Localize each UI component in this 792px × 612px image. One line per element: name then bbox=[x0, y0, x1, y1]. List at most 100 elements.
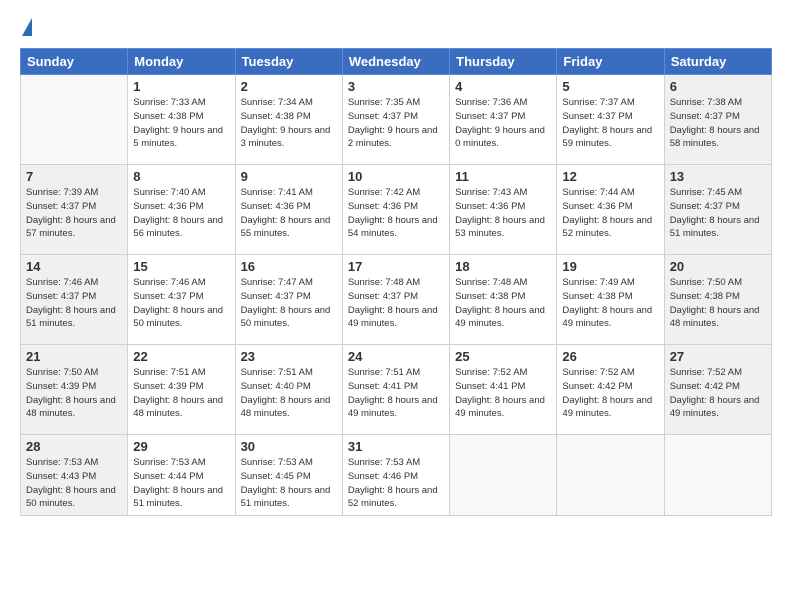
day-number: 7 bbox=[26, 169, 122, 184]
day-info: Sunrise: 7:34 AM Sunset: 4:38 PM Dayligh… bbox=[241, 96, 337, 151]
week-row-3: 14Sunrise: 7:46 AM Sunset: 4:37 PM Dayli… bbox=[21, 255, 772, 345]
day-cell: 22 Sunrise: 7:51 AM Sunset: 4:39 PM Dayli… bbox=[128, 345, 235, 435]
day-cell: 29 Sunrise: 7:53 AM Sunset: 4:44 PM Dayli… bbox=[128, 435, 235, 516]
column-header-saturday: Saturday bbox=[664, 49, 771, 75]
day-number: 3 bbox=[348, 79, 444, 94]
day-cell bbox=[21, 75, 128, 165]
page: SundayMondayTuesdayWednesdayThursdayFrid… bbox=[0, 0, 792, 612]
day-cell: 28 Sunrise: 7:53 AM Sunset: 4:43 PM Dayli… bbox=[21, 435, 128, 516]
day-number: 12 bbox=[562, 169, 658, 184]
day-cell: 15Sunrise: 7:46 AM Sunset: 4:37 PM Dayli… bbox=[128, 255, 235, 345]
day-number: 28 bbox=[26, 439, 122, 454]
day-cell: 16 Sunrise: 7:47 AM Sunset: 4:37 PM Dayli… bbox=[235, 255, 342, 345]
day-cell bbox=[664, 435, 771, 516]
day-cell: 8 Sunrise: 7:40 AM Sunset: 4:36 PM Daylig… bbox=[128, 165, 235, 255]
logo bbox=[20, 18, 32, 38]
day-info: Sunrise: 7:52 AM Sunset: 4:42 PM Dayligh… bbox=[670, 366, 766, 421]
calendar-table: SundayMondayTuesdayWednesdayThursdayFrid… bbox=[20, 48, 772, 516]
day-cell: 7 Sunrise: 7:39 AM Sunset: 4:37 PM Daylig… bbox=[21, 165, 128, 255]
column-header-sunday: Sunday bbox=[21, 49, 128, 75]
day-info: Sunrise: 7:51 AM Sunset: 4:39 PM Dayligh… bbox=[133, 366, 229, 421]
day-info: Sunrise: 7:48 AM Sunset: 4:38 PM Dayligh… bbox=[455, 276, 551, 331]
day-info: Sunrise: 7:52 AM Sunset: 4:42 PM Dayligh… bbox=[562, 366, 658, 421]
day-cell: 31 Sunrise: 7:53 AM Sunset: 4:46 PM Dayli… bbox=[342, 435, 449, 516]
day-number: 23 bbox=[241, 349, 337, 364]
day-number: 17 bbox=[348, 259, 444, 274]
day-info: Sunrise: 7:33 AM Sunset: 4:38 PM Dayligh… bbox=[133, 96, 229, 151]
day-number: 26 bbox=[562, 349, 658, 364]
day-number: 8 bbox=[133, 169, 229, 184]
day-info: Sunrise: 7:41 AM Sunset: 4:36 PM Dayligh… bbox=[241, 186, 337, 241]
column-header-monday: Monday bbox=[128, 49, 235, 75]
day-info: Sunrise: 7:36 AM Sunset: 4:37 PM Dayligh… bbox=[455, 96, 551, 151]
day-info: Sunrise: 7:49 AM Sunset: 4:38 PM Dayligh… bbox=[562, 276, 658, 331]
day-info: Sunrise: 7:43 AM Sunset: 4:36 PM Dayligh… bbox=[455, 186, 551, 241]
day-info: Sunrise: 7:53 AM Sunset: 4:43 PM Dayligh… bbox=[26, 456, 122, 511]
day-cell: 23 Sunrise: 7:51 AM Sunset: 4:40 PM Dayli… bbox=[235, 345, 342, 435]
day-number: 9 bbox=[241, 169, 337, 184]
day-cell: 21 Sunrise: 7:50 AM Sunset: 4:39 PM Dayli… bbox=[21, 345, 128, 435]
day-cell: 9 Sunrise: 7:41 AM Sunset: 4:36 PM Daylig… bbox=[235, 165, 342, 255]
header-row: SundayMondayTuesdayWednesdayThursdayFrid… bbox=[21, 49, 772, 75]
day-cell: 5 Sunrise: 7:37 AM Sunset: 4:37 PM Daylig… bbox=[557, 75, 664, 165]
day-cell: 18 Sunrise: 7:48 AM Sunset: 4:38 PM Dayli… bbox=[450, 255, 557, 345]
column-header-friday: Friday bbox=[557, 49, 664, 75]
day-info: Sunrise: 7:53 AM Sunset: 4:46 PM Dayligh… bbox=[348, 456, 444, 511]
day-number: 25 bbox=[455, 349, 551, 364]
day-number: 1 bbox=[133, 79, 229, 94]
day-cell: 12 Sunrise: 7:44 AM Sunset: 4:36 PM Dayli… bbox=[557, 165, 664, 255]
day-number: 15 bbox=[133, 259, 229, 274]
day-number: 18 bbox=[455, 259, 551, 274]
day-number: 24 bbox=[348, 349, 444, 364]
day-info: Sunrise: 7:51 AM Sunset: 4:40 PM Dayligh… bbox=[241, 366, 337, 421]
week-row-2: 7 Sunrise: 7:39 AM Sunset: 4:37 PM Daylig… bbox=[21, 165, 772, 255]
day-number: 4 bbox=[455, 79, 551, 94]
logo-triangle-icon bbox=[22, 18, 32, 36]
day-info: Sunrise: 7:53 AM Sunset: 4:44 PM Dayligh… bbox=[133, 456, 229, 511]
day-number: 22 bbox=[133, 349, 229, 364]
day-info: Sunrise: 7:51 AM Sunset: 4:41 PM Dayligh… bbox=[348, 366, 444, 421]
day-info: Sunrise: 7:52 AM Sunset: 4:41 PM Dayligh… bbox=[455, 366, 551, 421]
day-number: 30 bbox=[241, 439, 337, 454]
day-info: Sunrise: 7:44 AM Sunset: 4:36 PM Dayligh… bbox=[562, 186, 658, 241]
day-info: Sunrise: 7:38 AM Sunset: 4:37 PM Dayligh… bbox=[670, 96, 766, 151]
day-cell: 25 Sunrise: 7:52 AM Sunset: 4:41 PM Dayli… bbox=[450, 345, 557, 435]
day-cell: 1 Sunrise: 7:33 AM Sunset: 4:38 PM Daylig… bbox=[128, 75, 235, 165]
day-info: Sunrise: 7:50 AM Sunset: 4:38 PM Dayligh… bbox=[670, 276, 766, 331]
day-info: Sunrise: 7:39 AM Sunset: 4:37 PM Dayligh… bbox=[26, 186, 122, 241]
day-number: 20 bbox=[670, 259, 766, 274]
day-info: Sunrise: 7:45 AM Sunset: 4:37 PM Dayligh… bbox=[670, 186, 766, 241]
day-cell: 10Sunrise: 7:42 AM Sunset: 4:36 PM Dayli… bbox=[342, 165, 449, 255]
day-cell: 27Sunrise: 7:52 AM Sunset: 4:42 PM Dayli… bbox=[664, 345, 771, 435]
day-number: 11 bbox=[455, 169, 551, 184]
day-info: Sunrise: 7:53 AM Sunset: 4:45 PM Dayligh… bbox=[241, 456, 337, 511]
day-number: 6 bbox=[670, 79, 766, 94]
column-header-wednesday: Wednesday bbox=[342, 49, 449, 75]
day-number: 21 bbox=[26, 349, 122, 364]
day-info: Sunrise: 7:50 AM Sunset: 4:39 PM Dayligh… bbox=[26, 366, 122, 421]
day-cell: 17 Sunrise: 7:48 AM Sunset: 4:37 PM Dayli… bbox=[342, 255, 449, 345]
day-number: 13 bbox=[670, 169, 766, 184]
header bbox=[20, 18, 772, 38]
week-row-1: 1 Sunrise: 7:33 AM Sunset: 4:38 PM Daylig… bbox=[21, 75, 772, 165]
day-cell: 6 Sunrise: 7:38 AM Sunset: 4:37 PM Daylig… bbox=[664, 75, 771, 165]
day-cell bbox=[557, 435, 664, 516]
day-number: 16 bbox=[241, 259, 337, 274]
day-cell: 30 Sunrise: 7:53 AM Sunset: 4:45 PM Dayli… bbox=[235, 435, 342, 516]
day-info: Sunrise: 7:40 AM Sunset: 4:36 PM Dayligh… bbox=[133, 186, 229, 241]
column-header-tuesday: Tuesday bbox=[235, 49, 342, 75]
day-number: 31 bbox=[348, 439, 444, 454]
day-info: Sunrise: 7:35 AM Sunset: 4:37 PM Dayligh… bbox=[348, 96, 444, 151]
day-number: 29 bbox=[133, 439, 229, 454]
day-cell bbox=[450, 435, 557, 516]
day-number: 10 bbox=[348, 169, 444, 184]
day-info: Sunrise: 7:37 AM Sunset: 4:37 PM Dayligh… bbox=[562, 96, 658, 151]
day-number: 5 bbox=[562, 79, 658, 94]
day-info: Sunrise: 7:47 AM Sunset: 4:37 PM Dayligh… bbox=[241, 276, 337, 331]
day-cell: 14Sunrise: 7:46 AM Sunset: 4:37 PM Dayli… bbox=[21, 255, 128, 345]
day-info: Sunrise: 7:46 AM Sunset: 4:37 PM Dayligh… bbox=[26, 276, 122, 331]
day-cell: 20 Sunrise: 7:50 AM Sunset: 4:38 PM Dayli… bbox=[664, 255, 771, 345]
day-info: Sunrise: 7:48 AM Sunset: 4:37 PM Dayligh… bbox=[348, 276, 444, 331]
week-row-4: 21 Sunrise: 7:50 AM Sunset: 4:39 PM Dayli… bbox=[21, 345, 772, 435]
day-number: 19 bbox=[562, 259, 658, 274]
